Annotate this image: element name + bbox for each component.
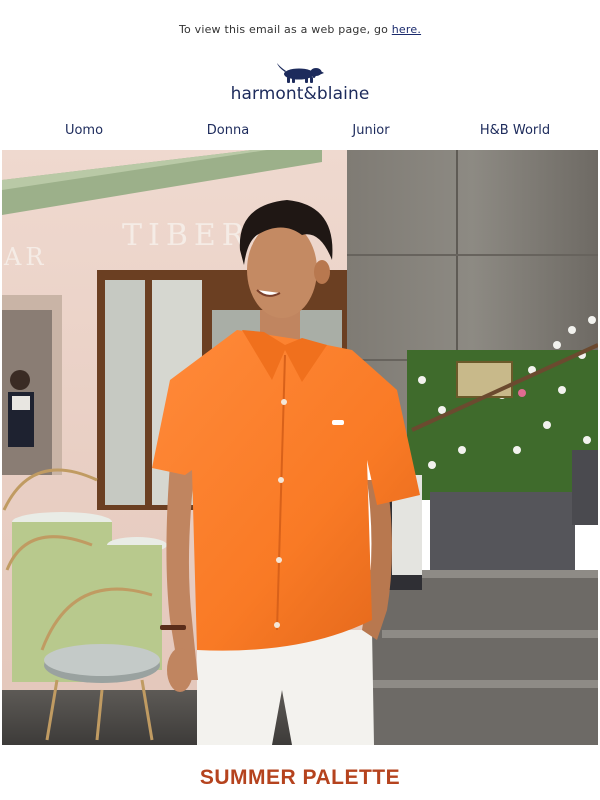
cafe-sign-left: AR: [3, 243, 47, 271]
web-view-link[interactable]: here.: [392, 23, 421, 36]
nav-item-hb-world[interactable]: H&B World: [480, 123, 550, 138]
preheader: To view this email as a web page, go her…: [0, 23, 600, 36]
nav-item-donna[interactable]: Donna: [207, 123, 249, 138]
hero-image[interactable]: TIBERIO AR: [2, 150, 598, 745]
brand-name: harmont&blaine: [230, 84, 370, 104]
main-nav: Uomo Donna Junior H&B World: [0, 123, 600, 141]
brand-logo[interactable]: harmont&blaine: [0, 62, 600, 104]
nav-item-uomo[interactable]: Uomo: [65, 123, 103, 138]
hero-illustration: TIBERIO AR: [2, 150, 598, 745]
nav-item-junior[interactable]: Junior: [352, 123, 389, 138]
preheader-text: To view this email as a web page, go: [178, 23, 392, 36]
dachshund-icon: [277, 63, 324, 83]
section-headline: SUMMER PALETTE: [199, 766, 401, 789]
